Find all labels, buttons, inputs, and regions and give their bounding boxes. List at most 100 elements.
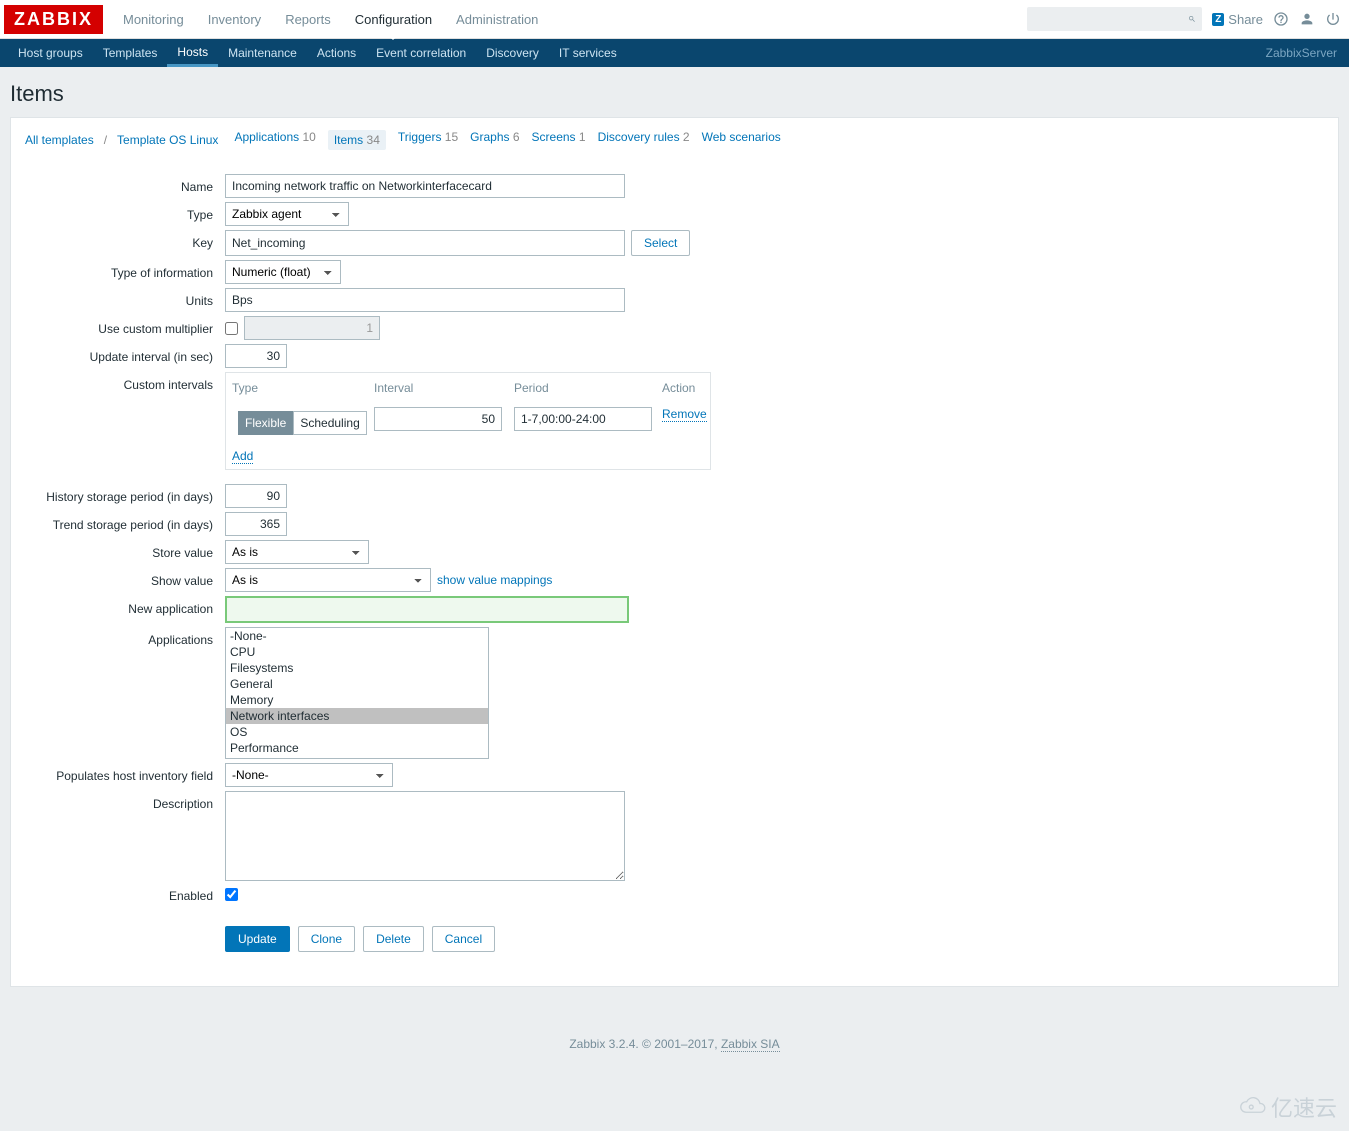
tab-items[interactable]: Items 34 — [328, 130, 386, 150]
top-menu-reports[interactable]: Reports — [273, 0, 343, 38]
share-badge-icon: Z — [1212, 13, 1224, 26]
history-input[interactable] — [225, 484, 287, 508]
key-select-button[interactable]: Select — [631, 230, 690, 256]
search-icon[interactable] — [1188, 11, 1196, 27]
breadcrumb-separator: / — [104, 133, 107, 147]
tab-discovery-rules[interactable]: Discovery rules 2 — [598, 130, 690, 150]
label-enabled: Enabled — [29, 889, 225, 903]
tabs-holder: Applications 10 Items 34 Triggers 15 Graphs… — [234, 130, 780, 150]
label-update-interval: Update interval (in sec) — [29, 344, 225, 364]
tab-graphs[interactable]: Graphs 6 — [470, 130, 519, 150]
update-button[interactable]: Update — [225, 926, 290, 952]
user-button[interactable] — [1299, 11, 1315, 27]
sub-menu-actions[interactable]: Actions — [307, 39, 366, 67]
action-buttons: Update Clone Delete Cancel — [225, 926, 1320, 952]
app-option[interactable]: OS — [226, 724, 488, 740]
show-value-select[interactable]: As is — [225, 568, 431, 592]
app-option[interactable]: CPU — [226, 644, 488, 660]
search-input[interactable] — [1033, 12, 1188, 26]
top-menu: MonitoringInventoryReportsConfigurationA… — [111, 0, 550, 38]
form-panel: All templates / Template OS Linux Applic… — [10, 117, 1339, 987]
sub-menu-templates[interactable]: Templates — [93, 39, 168, 67]
show-value-mappings-link[interactable]: show value mappings — [437, 573, 552, 587]
multiplier-checkbox[interactable] — [225, 322, 238, 335]
ci-interval-input[interactable] — [374, 407, 502, 431]
units-input[interactable] — [225, 288, 625, 312]
top-right: Z Share — [1027, 7, 1349, 31]
ci-header-period: Period — [508, 373, 656, 403]
ci-add-link[interactable]: Add — [232, 449, 253, 464]
type-info-select[interactable]: Numeric (float) — [225, 260, 341, 284]
ci-toggle-scheduling[interactable]: Scheduling — [293, 411, 366, 435]
ci-type-toggle: Flexible Scheduling — [232, 407, 362, 439]
help-icon — [1273, 11, 1289, 27]
type-select[interactable]: Zabbix agent — [225, 202, 349, 226]
app-option[interactable]: Performance — [226, 740, 488, 756]
sub-nav: Host groupsTemplatesHostsMaintenanceActi… — [0, 39, 1349, 67]
help-button[interactable] — [1273, 11, 1289, 27]
description-textarea[interactable] — [225, 791, 625, 881]
cloud-icon — [1239, 1096, 1267, 1118]
label-type: Type — [29, 202, 225, 222]
app-option[interactable]: -None- — [226, 628, 488, 644]
tab-applications[interactable]: Applications 10 — [234, 130, 315, 150]
sub-menu-hosts[interactable]: Hosts — [167, 39, 218, 67]
logout-button[interactable] — [1325, 11, 1341, 27]
sub-menu-maintenance[interactable]: Maintenance — [218, 39, 307, 67]
app-option[interactable]: Memory — [226, 692, 488, 708]
share-link[interactable]: Z Share — [1212, 12, 1263, 27]
watermark-text: 亿速云 — [1271, 1091, 1337, 1123]
search-input-wrap — [1027, 7, 1202, 31]
label-name: Name — [29, 174, 225, 194]
tab-triggers[interactable]: Triggers 15 — [398, 130, 458, 150]
top-menu-administration[interactable]: Administration — [444, 0, 550, 38]
breadcrumb-all-templates[interactable]: All templates — [25, 133, 94, 147]
delete-button[interactable]: Delete — [363, 926, 424, 952]
app-option[interactable]: General — [226, 676, 488, 692]
ci-header-interval: Interval — [368, 373, 508, 403]
sub-menu-discovery[interactable]: Discovery — [476, 39, 549, 67]
watermark: 亿速云 — [1239, 1091, 1337, 1123]
app-option[interactable]: Network interfaces — [226, 708, 488, 724]
update-interval-input[interactable] — [225, 344, 287, 368]
ci-period-input[interactable] — [514, 407, 652, 431]
top-menu-inventory[interactable]: Inventory — [196, 0, 273, 38]
footer-text: Zabbix 3.2.4. © 2001–2017, — [569, 1037, 721, 1051]
app-option[interactable]: Processes — [226, 756, 488, 759]
sub-menu-host-groups[interactable]: Host groups — [8, 39, 93, 67]
inventory-select[interactable]: -None- — [225, 763, 393, 787]
sub-menu-it-services[interactable]: IT services — [549, 39, 627, 67]
enabled-checkbox[interactable] — [225, 888, 238, 901]
footer-link[interactable]: Zabbix SIA — [721, 1037, 780, 1052]
ci-toggle-flexible[interactable]: Flexible — [238, 411, 293, 435]
label-trend: Trend storage period (in days) — [29, 512, 225, 532]
label-type-info: Type of information — [29, 260, 225, 280]
applications-listbox[interactable]: -None-CPUFilesystemsGeneralMemoryNetwork… — [225, 627, 489, 759]
label-store: Store value — [29, 540, 225, 560]
server-label: ZabbixServer — [1266, 39, 1349, 67]
ci-row: Flexible Scheduling Remove — [226, 403, 710, 443]
name-input[interactable] — [225, 174, 625, 198]
new-application-input[interactable] — [225, 596, 629, 623]
top-menu-configuration[interactable]: Configuration — [343, 0, 444, 38]
app-option[interactable]: Filesystems — [226, 660, 488, 676]
clone-button[interactable]: Clone — [298, 926, 355, 952]
logo[interactable]: ZABBIX — [4, 5, 103, 34]
multiplier-input — [244, 316, 380, 340]
label-inventory: Populates host inventory field — [29, 763, 225, 783]
store-value-select[interactable]: As is — [225, 540, 369, 564]
trend-input[interactable] — [225, 512, 287, 536]
form-body: Name Type Zabbix agent Key Select Type o… — [11, 160, 1338, 962]
label-new-app: New application — [29, 596, 225, 616]
top-menu-monitoring[interactable]: Monitoring — [111, 0, 196, 38]
tab-web-scenarios[interactable]: Web scenarios — [702, 130, 781, 150]
ci-remove-link[interactable]: Remove — [662, 407, 707, 422]
breadcrumb-template-name[interactable]: Template OS Linux — [117, 133, 218, 147]
sub-menu-event-correlation[interactable]: Event correlation — [366, 39, 476, 67]
footer: Zabbix 3.2.4. © 2001–2017, Zabbix SIA — [0, 1017, 1349, 1089]
cancel-button[interactable]: Cancel — [432, 926, 495, 952]
label-description: Description — [29, 791, 225, 811]
key-input[interactable] — [225, 230, 625, 256]
tab-screens[interactable]: Screens 1 — [532, 130, 586, 150]
custom-intervals-table: Type Interval Period Action Flexible Sch… — [225, 372, 711, 470]
